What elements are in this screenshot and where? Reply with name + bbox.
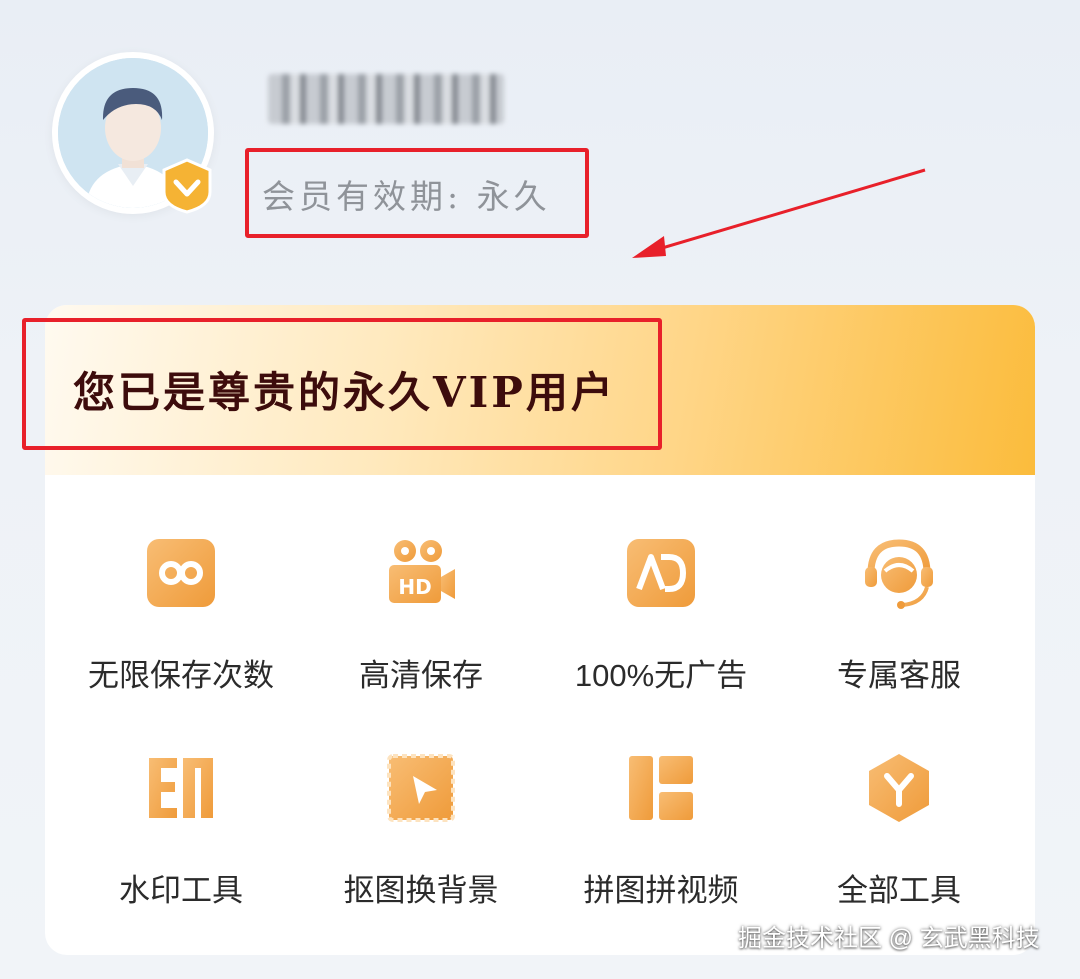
feature-unlimited-saves[interactable]: 无限保存次数 — [71, 537, 291, 717]
feature-label: 拼图拼视频 — [583, 873, 739, 908]
all-tools-icon — [863, 752, 935, 824]
vip-badge-icon — [158, 156, 216, 214]
feature-hd-save[interactable]: HD 高清保存 — [311, 537, 531, 717]
svg-text:HD: HD — [398, 575, 431, 599]
infinity-icon — [145, 537, 217, 609]
feature-watermark-tool[interactable]: 水印工具 — [71, 752, 291, 932]
feature-cutout-background[interactable]: 抠图换背景 — [311, 752, 531, 932]
membership-highlight-box — [245, 148, 589, 238]
feature-no-ads[interactable]: 100%无广告 — [551, 537, 771, 717]
annotation-arrow-icon — [632, 168, 926, 258]
feature-exclusive-support[interactable]: 专属客服 — [789, 537, 1009, 717]
feature-label: 水印工具 — [119, 873, 243, 908]
cutout-icon — [385, 752, 457, 824]
feature-label: 100%无广告 — [574, 658, 748, 693]
headset-icon — [863, 537, 935, 609]
feature-collage[interactable]: 拼图拼视频 — [551, 752, 771, 932]
feature-all-tools[interactable]: 全部工具 — [789, 752, 1009, 932]
watermark: 掘金技术社区 @ 玄武黑科技 — [738, 925, 1040, 952]
hd-camera-icon: HD — [385, 537, 457, 609]
feature-label: 无限保存次数 — [88, 658, 274, 693]
vip-title-highlight-box — [22, 318, 662, 450]
no-ad-icon — [625, 537, 697, 609]
feature-label: 高清保存 — [359, 658, 483, 693]
username-blurred — [268, 74, 504, 124]
feature-label: 专属客服 — [837, 658, 961, 693]
feature-label: 抠图换背景 — [343, 873, 499, 908]
collage-icon — [625, 752, 697, 824]
feature-label: 全部工具 — [837, 873, 961, 908]
watermark-icon — [145, 752, 217, 824]
